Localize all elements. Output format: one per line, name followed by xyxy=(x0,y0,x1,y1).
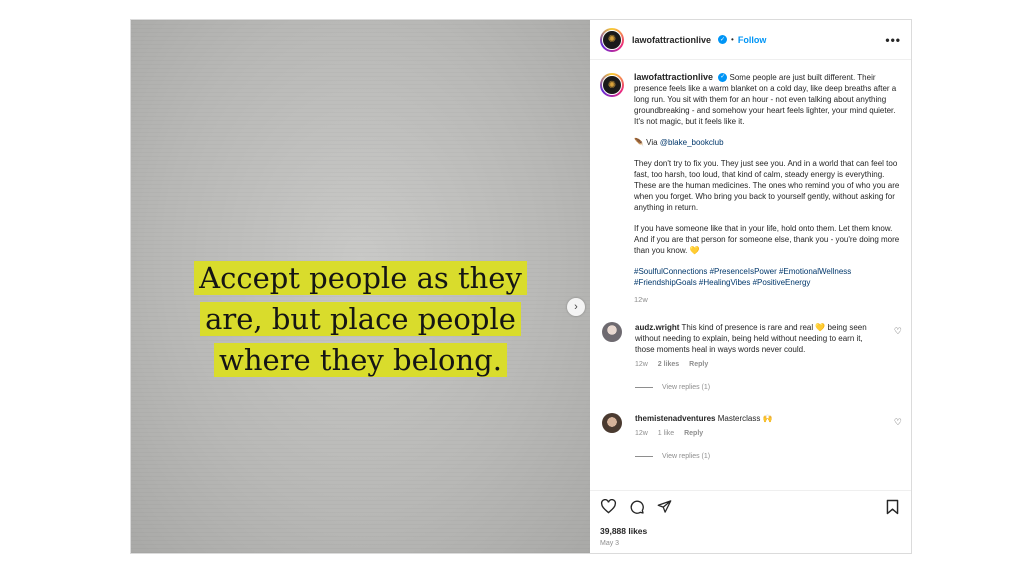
post-header: ✺ lawofattractionlive ✓ • Follow ••• xyxy=(590,20,911,60)
caption-age: 12w xyxy=(634,295,648,304)
via-handle-link[interactable]: @blake_bookclub xyxy=(660,138,724,147)
instagram-post: Accept people as they are, but place peo… xyxy=(130,19,912,554)
comment-item: audz.wright This kind of presence is rar… xyxy=(590,322,911,393)
comments-scroll-area[interactable]: ✺ lawofattractionlive ✓ Some people are … xyxy=(590,60,911,491)
caption-hashtags[interactable]: #SoulfulConnections #PresenceIsPower #Em… xyxy=(634,266,901,288)
comment-age: 12w xyxy=(635,361,648,368)
view-replies-button[interactable]: View replies (1) xyxy=(635,451,883,462)
comment-likes[interactable]: 1 like xyxy=(658,430,674,437)
caption-text: lawofattractionlive ✓ Some people are ju… xyxy=(634,72,901,305)
header-username[interactable]: lawofattractionlive xyxy=(632,35,711,45)
commenter-avatar[interactable] xyxy=(602,413,622,433)
divider-line xyxy=(635,387,653,388)
author-avatar[interactable]: ✺ xyxy=(600,27,624,52)
avatar-logo-icon: ✺ xyxy=(602,29,622,50)
share-icon[interactable] xyxy=(657,499,672,514)
view-replies-label: View replies (1) xyxy=(662,453,711,460)
caption-username[interactable]: lawofattractionlive xyxy=(634,72,713,82)
quote-line-3: where they belong. xyxy=(214,343,507,377)
caption-paragraph-3: If you have someone like that in your li… xyxy=(634,224,900,255)
caption-paragraph-2: They don't try to fix you. They just see… xyxy=(634,159,900,212)
bookmark-icon[interactable] xyxy=(886,499,899,515)
image-quote: Accept people as they are, but place peo… xyxy=(131,258,590,381)
comment-meta: 12w 1 like Reply xyxy=(635,428,883,439)
post-sidebar: ✺ lawofattractionlive ✓ • Follow ••• ✺ l… xyxy=(590,20,911,553)
view-replies-button[interactable]: View replies (1) xyxy=(635,382,883,393)
comment-item: themistenadventures Masterclass 🙌 12w 1 … xyxy=(590,413,911,462)
post-caption: ✺ lawofattractionlive ✓ Some people are … xyxy=(590,60,911,305)
chevron-right-icon: › xyxy=(574,301,578,313)
divider-line xyxy=(635,456,653,457)
post-image[interactable]: Accept people as they are, but place peo… xyxy=(131,20,590,553)
via-prefix: 🪶 Via xyxy=(634,138,660,147)
comment-like-heart-icon[interactable]: ♡ xyxy=(894,417,902,428)
follow-button[interactable]: Follow xyxy=(738,35,767,45)
comment-reply-button[interactable]: Reply xyxy=(689,361,708,368)
comment-text: Masterclass 🙌 xyxy=(717,414,773,423)
quote-line-1: Accept people as they xyxy=(194,261,527,295)
post-date: May 3 xyxy=(600,540,620,547)
comment-likes[interactable]: 2 likes xyxy=(658,361,679,368)
heart-icon[interactable] xyxy=(600,499,617,514)
comment-like-heart-icon[interactable]: ♡ xyxy=(894,326,902,337)
comment-username[interactable]: audz.wright xyxy=(635,323,679,332)
comment-age: 12w xyxy=(635,430,648,437)
comment-username[interactable]: themistenadventures xyxy=(635,414,715,423)
quote-line-2: are, but place people xyxy=(200,302,521,336)
comment-meta: 12w 2 likes Reply xyxy=(635,359,883,370)
avatar-logo-icon: ✺ xyxy=(602,75,622,95)
comment-body: themistenadventures Masterclass 🙌 12w 1 … xyxy=(635,413,883,462)
comment-body: audz.wright This kind of presence is rar… xyxy=(635,322,883,393)
next-image-button[interactable]: › xyxy=(567,298,585,316)
comment-icon[interactable] xyxy=(629,499,645,515)
verified-icon: ✓ xyxy=(718,35,728,44)
view-replies-label: View replies (1) xyxy=(662,384,711,391)
likes-count[interactable]: 39,888 likes xyxy=(600,526,647,536)
more-icon[interactable]: ••• xyxy=(885,33,901,47)
commenter-avatar[interactable] xyxy=(602,322,622,342)
verified-icon: ✓ xyxy=(718,73,728,83)
comment-reply-button[interactable]: Reply xyxy=(684,430,703,437)
action-bar: 39,888 likes May 3 xyxy=(590,490,911,553)
caption-avatar[interactable]: ✺ xyxy=(600,73,624,97)
header-separator: • xyxy=(731,35,734,44)
action-icons xyxy=(600,499,672,515)
